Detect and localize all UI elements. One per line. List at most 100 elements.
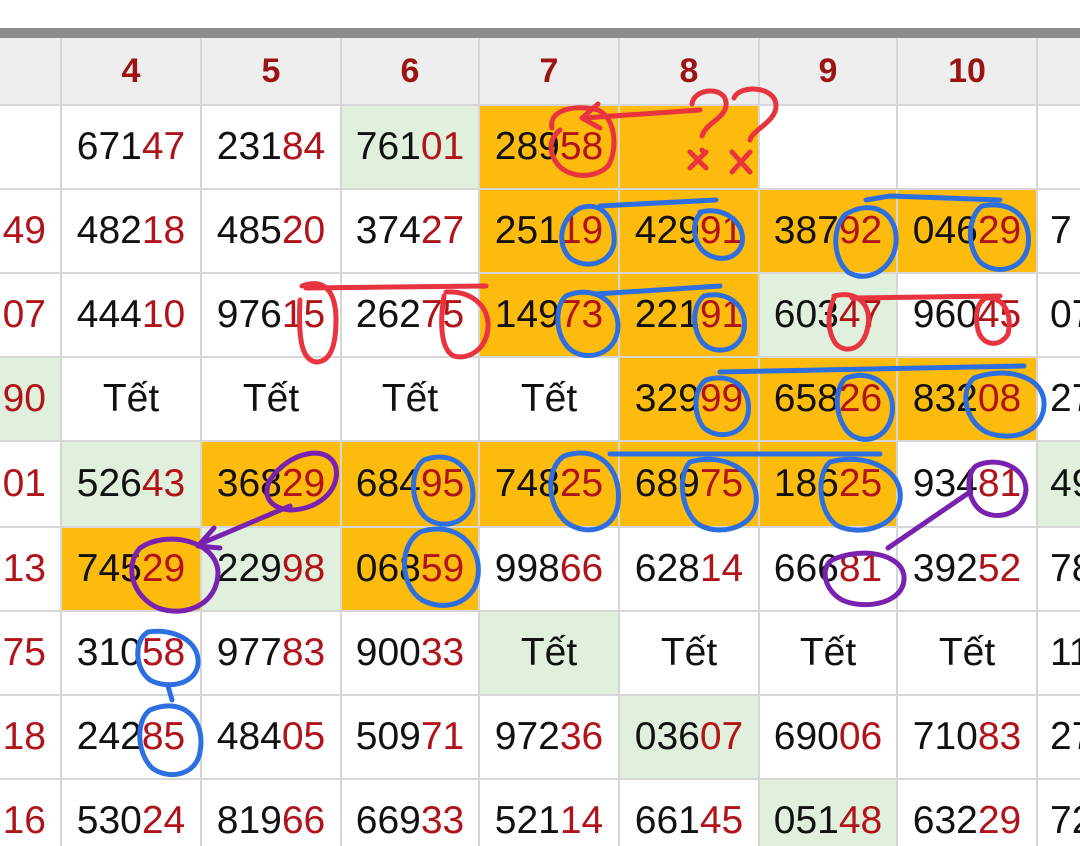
result-cell[interactable]: 90: [0, 358, 62, 442]
result-cell[interactable]: 231 84: [202, 106, 342, 190]
result-cell[interactable]: Tết: [898, 612, 1038, 696]
result-cell[interactable]: 068 59: [342, 528, 480, 612]
result-last-two-digits: 98: [281, 547, 326, 590]
result-cell[interactable]: 444 10: [62, 274, 202, 358]
result-cell[interactable]: Tết: [760, 612, 898, 696]
result-cell[interactable]: 251 19: [480, 190, 620, 274]
result-cell[interactable]: 75: [0, 612, 62, 696]
result-cell[interactable]: [898, 106, 1038, 190]
result-cell[interactable]: 149 73: [480, 274, 620, 358]
result-cell[interactable]: 482 18: [62, 190, 202, 274]
result-cell[interactable]: 509 71: [342, 696, 480, 780]
result-cell[interactable]: 392 52: [898, 528, 1038, 612]
result-cell[interactable]: 603 47: [760, 274, 898, 358]
result-cell[interactable]: 18: [0, 696, 62, 780]
result-cell[interactable]: 310 58: [62, 612, 202, 696]
lottery-result-table[interactable]: 4 5 6 7 8 9 10 671 47 231 84 761 01 289 58 49 482 18 485 20…: [0, 38, 1080, 846]
result-cell[interactable]: 11: [1038, 612, 1080, 696]
result-cell[interactable]: 960 45: [898, 274, 1038, 358]
result-cell[interactable]: 72: [1038, 780, 1080, 846]
result-last-two-digits: 06: [838, 715, 883, 758]
result-cell[interactable]: 289 58: [480, 106, 620, 190]
result-cell[interactable]: 832 08: [898, 358, 1038, 442]
result-cell[interactable]: 27: [1038, 358, 1080, 442]
result-cell[interactable]: Tết: [62, 358, 202, 442]
result-cell[interactable]: 387 92: [760, 190, 898, 274]
result-cell[interactable]: Tết: [480, 612, 620, 696]
column-header-label: 8: [679, 51, 699, 90]
result-cell[interactable]: 658 26: [760, 358, 898, 442]
result-cell[interactable]: Tết: [480, 358, 620, 442]
result-cell[interactable]: [760, 106, 898, 190]
result-cell[interactable]: 900 33: [342, 612, 480, 696]
result-last-two-digits: 92: [838, 209, 883, 252]
result-cell[interactable]: 671 47: [62, 106, 202, 190]
result-cell[interactable]: 530 24: [62, 780, 202, 846]
result-cell[interactable]: Tết: [620, 612, 760, 696]
result-cell[interactable]: 998 66: [480, 528, 620, 612]
result-cell[interactable]: 666 81: [760, 528, 898, 612]
result-cell[interactable]: Tết: [202, 358, 342, 442]
result-prefix: 387: [773, 209, 839, 252]
result-cell[interactable]: 49: [1038, 442, 1080, 528]
result-cell[interactable]: [620, 106, 760, 190]
result-last-two-digits: 47: [141, 125, 186, 168]
result-cell[interactable]: 242 85: [62, 696, 202, 780]
result-cell[interactable]: 07: [1038, 274, 1080, 358]
result-last-two-digits: 81: [838, 547, 883, 590]
result-cell[interactable]: 661 45: [620, 780, 760, 846]
result-cell[interactable]: 526 43: [62, 442, 202, 528]
result-cell[interactable]: 01: [0, 442, 62, 528]
result-cell[interactable]: 632 29: [898, 780, 1038, 846]
result-last-two-digits: 59: [420, 547, 465, 590]
result-cell[interactable]: 976 15: [202, 274, 342, 358]
result-cell[interactable]: 485 20: [202, 190, 342, 274]
result-cell[interactable]: [0, 106, 62, 190]
result-cell[interactable]: 710 83: [898, 696, 1038, 780]
result-cell[interactable]: 78: [1038, 528, 1080, 612]
result-cell[interactable]: 262 75: [342, 274, 480, 358]
result-cell[interactable]: 046 29: [898, 190, 1038, 274]
result-cell[interactable]: 521 14: [480, 780, 620, 846]
column-header-9: 9: [760, 38, 898, 106]
result-cell[interactable]: 972 36: [480, 696, 620, 780]
result-cell[interactable]: 368 29: [202, 442, 342, 528]
result-last-two-digits: 90: [2, 377, 46, 420]
result-cell[interactable]: 934 81: [898, 442, 1038, 528]
result-cell[interactable]: 684 95: [342, 442, 480, 528]
result-cell[interactable]: 036 07: [620, 696, 760, 780]
result-cell[interactable]: 051 48: [760, 780, 898, 846]
result-cell[interactable]: 229 98: [202, 528, 342, 612]
result-cell[interactable]: 748 25: [480, 442, 620, 528]
result-last-two-digits: 71: [420, 715, 465, 758]
result-prefix: 658: [773, 377, 839, 420]
result-prefix: Tết: [799, 631, 857, 674]
result-cell[interactable]: 669 33: [342, 780, 480, 846]
result-cell[interactable]: 429 91: [620, 190, 760, 274]
result-cell[interactable]: 7: [1038, 190, 1080, 274]
result-cell[interactable]: 07: [0, 274, 62, 358]
result-cell[interactable]: 690 06: [760, 696, 898, 780]
result-cell[interactable]: 484 05: [202, 696, 342, 780]
result-cell[interactable]: 186 25: [760, 442, 898, 528]
result-cell[interactable]: 13: [0, 528, 62, 612]
result-cell[interactable]: 628 14: [620, 528, 760, 612]
result-cell[interactable]: 374 27: [342, 190, 480, 274]
result-cell[interactable]: 761 01: [342, 106, 480, 190]
result-cell[interactable]: [1038, 106, 1080, 190]
result-cell[interactable]: 16: [0, 780, 62, 846]
result-cell[interactable]: 745 29: [62, 528, 202, 612]
result-cell[interactable]: Tết: [342, 358, 480, 442]
result-cell[interactable]: 977 83: [202, 612, 342, 696]
result-cell[interactable]: 819 66: [202, 780, 342, 846]
result-cell[interactable]: 689 75: [620, 442, 760, 528]
result-cell[interactable]: 27: [1038, 696, 1080, 780]
result-cell[interactable]: 329 99: [620, 358, 760, 442]
result-cell[interactable]: 221 91: [620, 274, 760, 358]
result-prefix: 998: [494, 547, 560, 590]
result-cell[interactable]: 49: [0, 190, 62, 274]
result-last-two-digits: 48: [838, 799, 883, 842]
result-prefix: 977: [216, 631, 282, 674]
column-header-right: [1038, 38, 1080, 106]
result-last-two-digits: 45: [699, 799, 744, 842]
